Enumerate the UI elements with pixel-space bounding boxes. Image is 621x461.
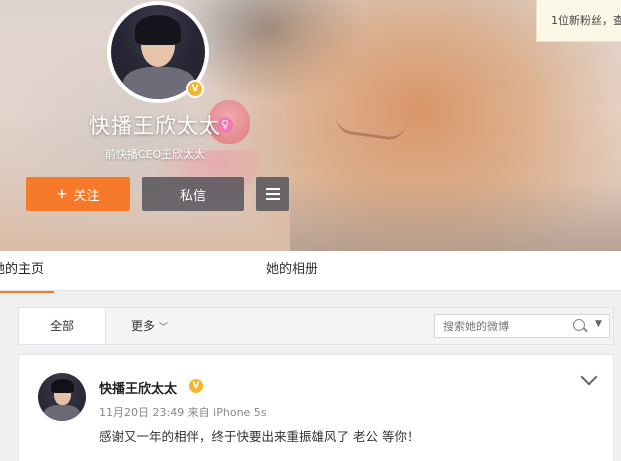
post-author[interactable]: 快播王欣太太 xyxy=(99,378,177,397)
profile-name: 快播王欣太太 xyxy=(89,114,221,138)
post-avatar[interactable] xyxy=(38,373,86,421)
filter-more-label: 更多 xyxy=(131,319,156,333)
filter-all-tab[interactable]: 全部 xyxy=(19,308,106,344)
post-text: 感谢又一年的相伴，终于快要出来重振雄风了 老公 等你！ xyxy=(99,429,420,444)
chevron-down-icon: ﹀ xyxy=(159,323,169,333)
search-input[interactable] xyxy=(443,317,563,335)
plus-icon: + xyxy=(56,186,68,202)
notice-text: 1位新粉丝，查 xyxy=(551,14,621,27)
profile-cover: V 快播王欣太太 ♀ 前快播CEO王欣太太 + 关注 私信 1位新粉丝，查 xyxy=(0,0,621,251)
chevron-down-icon[interactable] xyxy=(580,368,598,386)
feed-filter-bar: 全部 更多﹀ ▼ xyxy=(18,307,614,345)
menu-icon[interactable] xyxy=(256,177,289,211)
tab-home[interactable]: 她的主页 xyxy=(0,251,54,293)
message-label: 私信 xyxy=(179,188,206,204)
follow-button[interactable]: + 关注 xyxy=(26,177,130,211)
filter-more-dropdown[interactable]: 更多 ﹀ xyxy=(131,308,168,344)
caret-down-icon[interactable]: ▼ xyxy=(595,319,602,329)
profile-tabs: 她的主页 她的相册 xyxy=(0,251,621,293)
profile-description: 前快播CEO王欣太太 xyxy=(104,148,206,161)
tab-album[interactable]: 她的相册 xyxy=(266,251,318,291)
cover-image-detail xyxy=(290,180,621,251)
message-button[interactable]: 私信 xyxy=(142,177,244,211)
feed-post: 快播王欣太太 V 11月20日 23:49 来自 iPhone 5s 感谢又一年… xyxy=(18,354,614,461)
verified-badge-icon: V xyxy=(186,80,204,98)
post-meta: 11月20日 23:49 来自 iPhone 5s xyxy=(99,406,267,419)
search-box: ▼ xyxy=(434,314,610,338)
verified-badge-icon: V xyxy=(189,379,203,393)
female-icon: ♀ xyxy=(217,117,233,133)
search-icon[interactable] xyxy=(573,319,585,331)
new-follower-notice[interactable]: 1位新粉丝，查 xyxy=(536,0,621,42)
cover-image-detail xyxy=(334,115,406,142)
follow-label: 关注 xyxy=(73,188,100,204)
